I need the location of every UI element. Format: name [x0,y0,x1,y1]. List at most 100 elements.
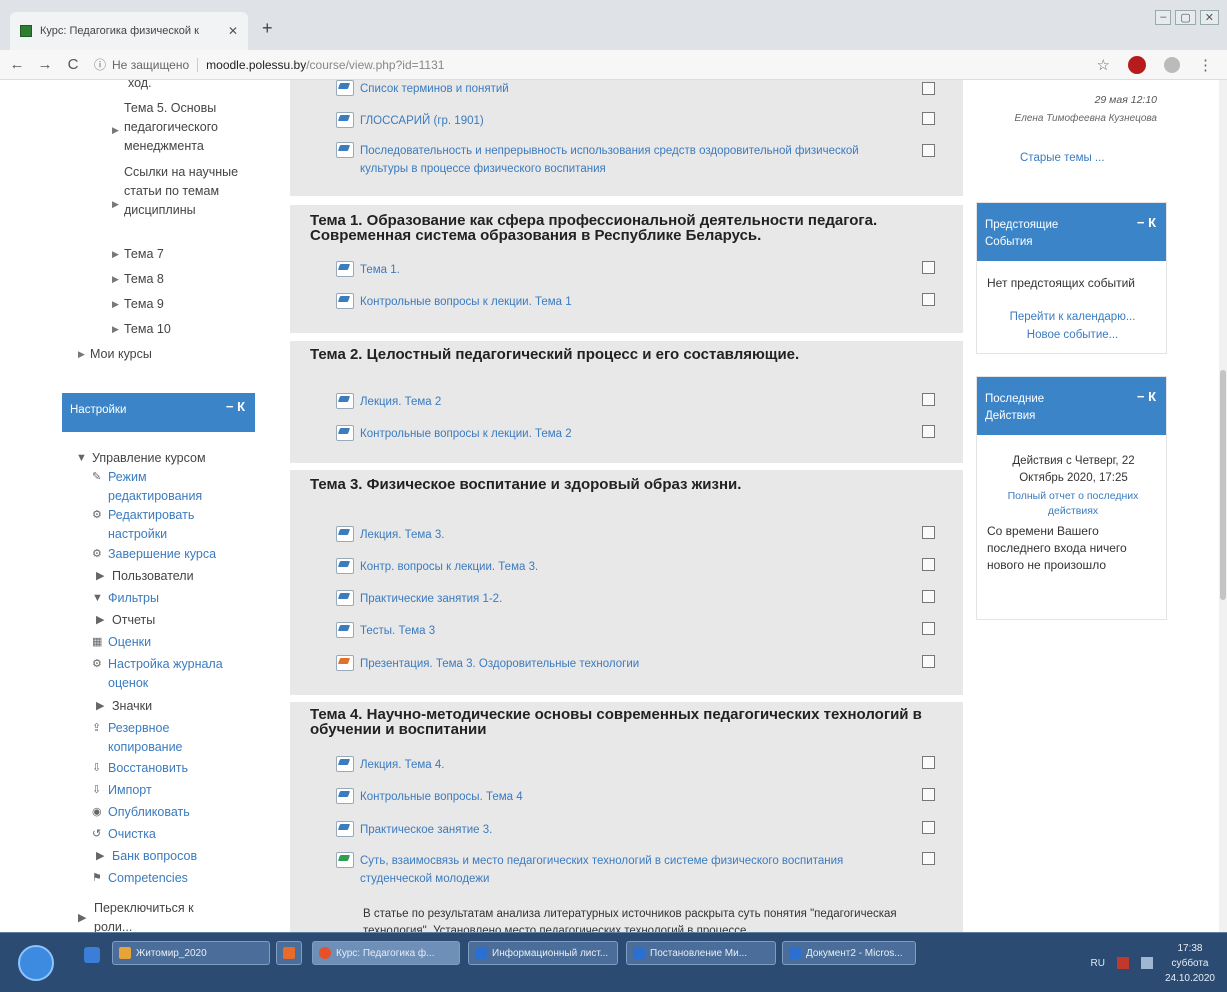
nav-node[interactable]: ход. [128,80,228,93]
settings-item[interactable]: ⚙ Завершение курса [92,545,247,564]
url-input[interactable]: ⓘ Не защищено moodle.polessu.by /course/… [94,56,1097,73]
new-event-link[interactable]: Новое событие... [977,327,1168,344]
activity-item[interactable]: Контрольные вопросы. Тема 4 [336,788,896,806]
taskbar-button[interactable] [276,941,302,965]
taskbar-button[interactable]: Информационный лист... [468,941,618,965]
settings-item[interactable]: ⚑ Competencies [92,869,242,888]
block-dock-controls[interactable]: − К [226,399,245,414]
completion-checkbox[interactable] [922,655,935,668]
url-path: /course/view.php?id=1131 [306,57,445,72]
info-icon[interactable]: ⓘ [94,56,106,73]
antivirus-icon[interactable] [1116,957,1129,969]
start-button[interactable] [18,945,54,981]
completion-checkbox[interactable] [922,293,935,306]
completion-checkbox[interactable] [922,756,935,769]
news-block: 29 мая 12:10 Елена Тимофеевна Кузнецова … [976,80,1167,190]
recent-activity-header: Последние Действия − К [977,377,1166,435]
extension-icon[interactable] [1128,55,1146,74]
scrollbar-thumb[interactable] [1220,370,1226,600]
bookmark-star-icon[interactable]: ☆ [1097,56,1110,74]
nav-node-theme-5[interactable]: ▶ Тема 5. Основы педагогического менеджм… [112,99,232,156]
settings-item[interactable]: ▶ Значки [96,697,246,716]
settings-item[interactable]: ⚙ Редактировать настройки [92,506,242,544]
completion-checkbox[interactable] [922,821,935,834]
activity-item[interactable]: Контр. вопросы к лекции. Тема 3. [336,558,896,576]
profile-avatar[interactable] [1164,56,1180,73]
activity-item[interactable]: Тесты. Тема 3 [336,622,896,640]
completion-checkbox[interactable] [922,261,935,274]
settings-item[interactable]: ▦ Оценки [92,633,242,652]
network-icon[interactable] [1140,957,1153,969]
activity-item[interactable]: Тема 1. [336,261,896,279]
nav-node-my-courses[interactable]: ▶ Мои курсы [78,345,152,364]
activity-item[interactable]: Практические занятия 1-2. [336,590,896,608]
activity-item[interactable]: Список терминов и понятий [336,80,896,98]
settings-item[interactable]: ▶ Отчеты [96,611,246,630]
completion-checkbox[interactable] [922,112,935,125]
activity-item[interactable]: Последовательность и непрерывность испол… [336,142,896,178]
page-scrollbar[interactable] [1219,80,1227,932]
completion-checkbox[interactable] [922,590,935,603]
nav-node-theme-7[interactable]: ▶ Тема 7 [112,245,164,264]
completion-checkbox[interactable] [922,852,935,865]
activity-item[interactable]: Лекция. Тема 4. [336,756,896,774]
language-indicator[interactable]: RU [1090,958,1104,969]
taskbar-button-active[interactable]: Курс: Педагогика ф... [312,941,460,965]
nav-node-theme-8[interactable]: ▶ Тема 8 [112,270,164,289]
settings-item[interactable]: ▼ Фильтры [92,589,242,608]
settings-item[interactable]: ⇩ Восстановить [92,759,242,778]
nav-node-links[interactable]: ▶ Ссылки на научные статьи по темам дисц… [112,163,247,220]
close-window-button[interactable]: ✕ [1199,10,1219,25]
activity-item[interactable]: Лекция. Тема 2 [336,393,896,411]
completion-checkbox[interactable] [922,144,935,157]
nav-node-theme-9[interactable]: ▶ Тема 9 [112,295,164,314]
activity-item[interactable]: Суть, взаимосвязь и место педагогических… [336,852,896,888]
completion-checkbox[interactable] [922,788,935,801]
completion-checkbox[interactable] [922,82,935,95]
full-report-link[interactable]: Полный отчет о последних действиях [987,489,1159,519]
taskbar-button[interactable]: Документ2 - Micros... [782,941,916,965]
activity-item[interactable]: Лекция. Тема 3. [336,526,896,544]
maximize-button[interactable]: ▢ [1175,10,1196,25]
browser-tab[interactable]: Курс: Педагогика физической к ✕ [10,12,248,50]
taskbar-button[interactable]: Постановление Ми... [626,941,776,965]
expand-arrow-icon: ▶ [78,349,85,359]
clock[interactable]: 17:38 суббота 24.10.2020 [1165,941,1215,986]
minimize-button[interactable]: – [1155,10,1172,25]
settings-item[interactable]: ↺ Очистка [92,825,242,844]
settings-item[interactable]: ⚙ Настройка журнала оценок [92,655,242,693]
chrome-icon [319,947,331,959]
new-tab-button[interactable]: + [262,18,273,39]
block-dock-controls[interactable]: − К [1137,215,1156,230]
activity-item[interactable]: Контрольные вопросы к лекции. Тема 2 [336,425,896,443]
settings-item[interactable]: ▶ Пользователи [96,567,246,586]
completion-checkbox[interactable] [922,622,935,635]
nav-node-theme-10[interactable]: ▶ Тема 10 [112,320,171,339]
completion-checkbox[interactable] [922,393,935,406]
settings-item[interactable]: ◉ Опубликовать [92,803,242,822]
completion-checkbox[interactable] [922,526,935,539]
old-topics-link[interactable]: Старые темы ... [1020,150,1105,167]
calendar-link[interactable]: Перейти к календарю... [977,309,1168,326]
completion-checkbox[interactable] [922,558,935,571]
activity-item[interactable]: Практическое занятие 3. [336,821,896,839]
settings-item[interactable]: ✎ Режим редактирования [92,468,242,506]
activity-item[interactable]: Презентация. Тема 3. Оздоровительные тех… [336,655,896,673]
settings-item[interactable]: ⇩ Импорт [92,781,242,800]
activity-item[interactable]: ГЛОССАРИЙ (гр. 1901) [336,112,896,130]
reload-button[interactable]: C [62,56,84,73]
settings-item[interactable]: ⇪ Резервное копирование [92,719,242,757]
close-tab-icon[interactable]: ✕ [228,24,238,38]
browser-menu-icon[interactable]: ⋮ [1198,56,1213,74]
internet-explorer-icon[interactable] [84,947,100,963]
back-button[interactable]: ← [6,56,28,73]
activity-item[interactable]: Контрольные вопросы к лекции. Тема 1 [336,293,896,311]
settings-item[interactable]: ▶ Банк вопросов [96,847,246,866]
settings-item[interactable]: ▶ Переключиться к роли... [78,899,238,932]
forward-button[interactable]: → [34,56,56,73]
block-dock-controls[interactable]: − К [1137,389,1156,404]
taskbar-button[interactable]: Житомир_2020 [112,941,270,965]
completion-checkbox[interactable] [922,425,935,438]
settings-item[interactable]: ▼ Управление курсом [76,449,251,468]
course-section: Список терминов и понятий ГЛОССАРИЙ (гр.… [290,80,963,196]
